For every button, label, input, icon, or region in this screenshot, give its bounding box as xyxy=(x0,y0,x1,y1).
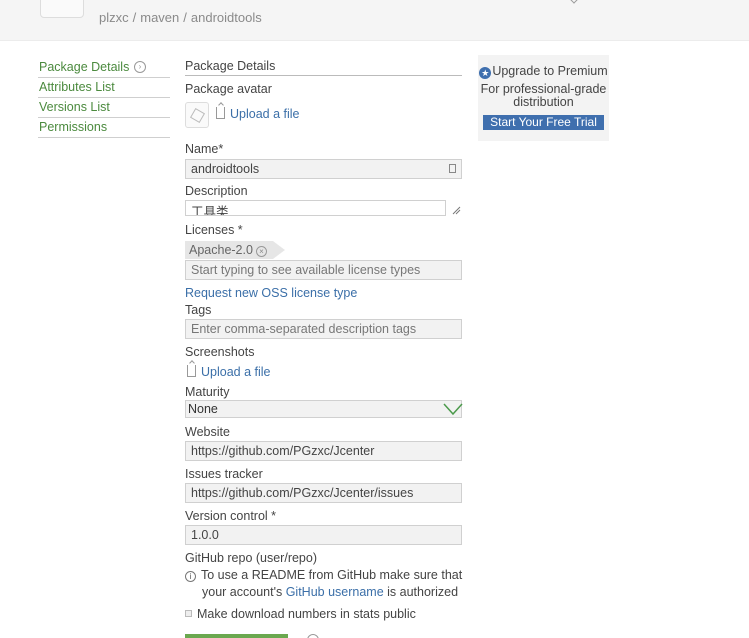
maturity-select[interactable]: None xyxy=(185,400,463,418)
update-package-button[interactable] xyxy=(185,634,288,638)
description-textarea[interactable]: 工具类 xyxy=(185,200,446,216)
github-username-link[interactable]: GitHub username xyxy=(286,585,384,599)
promo-title: ★ Upgrade to Premium xyxy=(479,64,608,79)
breadcrumb-package[interactable]: androidtools xyxy=(191,10,262,25)
github-info-line1: i To use a README from GitHub make sure t… xyxy=(185,568,462,583)
screenshots-upload-link[interactable]: Upload a file xyxy=(187,365,271,379)
upload-icon xyxy=(187,365,196,377)
top-bar: plzxc / maven / androidtools xyxy=(0,0,749,41)
name-input[interactable]: androidtools xyxy=(185,159,462,179)
sidebar-item-label: Versions List xyxy=(39,100,110,114)
package-hex-icon xyxy=(189,107,206,124)
maturity-label: Maturity xyxy=(185,385,230,399)
sidebar-item-package-details[interactable]: Package Details › xyxy=(38,58,170,78)
section-title: Package Details xyxy=(185,58,462,76)
version-control-label: Version control * xyxy=(185,509,277,523)
github-repo-label: GitHub repo (user/repo) xyxy=(185,551,318,565)
side-nav: Package Details › Attributes List Versio… xyxy=(38,58,170,138)
licenses-label: Licenses * xyxy=(185,223,243,237)
sidebar-item-label: Package Details xyxy=(39,60,130,74)
stats-public-option[interactable]: Make download numbers in stats public xyxy=(185,607,416,622)
sidebar-item-label: Attributes List xyxy=(39,80,115,94)
issues-tracker-input[interactable]: https://github.com/PGzxc/Jcenter/issues xyxy=(185,483,462,503)
breadcrumb-owner[interactable]: plzxc xyxy=(99,10,129,25)
dropdown-chevron-icon[interactable] xyxy=(568,0,580,4)
tags-label: Tags xyxy=(185,303,212,317)
chevron-down-icon xyxy=(443,403,463,416)
remove-tag-icon[interactable]: × xyxy=(255,246,267,257)
chevron-right-icon: › xyxy=(134,61,146,73)
resize-handle-icon[interactable] xyxy=(451,204,461,215)
issues-tracker-label: Issues tracker xyxy=(185,467,263,481)
description-label: Description xyxy=(185,184,248,198)
version-control-input[interactable]: 1.0.0 xyxy=(185,525,462,545)
star-icon: ★ xyxy=(479,67,492,79)
stats-public-checkbox[interactable] xyxy=(185,610,192,617)
breadcrumb: plzxc / maven / androidtools xyxy=(99,10,262,25)
screenshots-label: Screenshots xyxy=(185,345,255,359)
avatar-upload-link[interactable]: Upload a file xyxy=(216,107,300,121)
copy-icon xyxy=(449,164,456,173)
premium-promo: ★ Upgrade to Premium For professional-gra… xyxy=(478,55,609,141)
license-tag: Apache-2.0 × xyxy=(185,241,285,259)
license-search-input[interactable]: Start typing to see available license ty… xyxy=(185,260,462,280)
request-license-link[interactable]: Request new OSS license type xyxy=(185,286,357,300)
package-avatar-label: Package avatar xyxy=(185,82,272,96)
sidebar-item-permissions[interactable]: Permissions xyxy=(38,118,170,138)
name-label: Name* xyxy=(185,142,224,156)
sidebar-item-versions-list[interactable]: Versions List xyxy=(38,98,170,118)
info-icon: i xyxy=(185,571,196,582)
cancel-radio[interactable] xyxy=(307,634,319,638)
package-avatar-image xyxy=(185,102,209,128)
free-trial-button[interactable]: Start Your Free Trial xyxy=(483,115,604,130)
sidebar-item-attributes-list[interactable]: Attributes List xyxy=(38,78,170,98)
breadcrumb-repo[interactable]: maven xyxy=(140,10,179,25)
github-info-line2: your account's GitHub username is author… xyxy=(202,585,459,599)
website-input[interactable]: https://github.com/PGzxc/Jcenter xyxy=(185,441,462,461)
tags-input[interactable]: Enter comma-separated description tags xyxy=(185,319,462,339)
sidebar-item-label: Permissions xyxy=(39,120,108,134)
package-details-form: Package Details Package avatar Upload a … xyxy=(185,58,463,621)
website-label: Website xyxy=(185,425,230,439)
promo-subtitle: For professional-grade distribution xyxy=(480,82,607,109)
repo-avatar xyxy=(40,0,84,18)
upload-icon xyxy=(216,107,225,119)
